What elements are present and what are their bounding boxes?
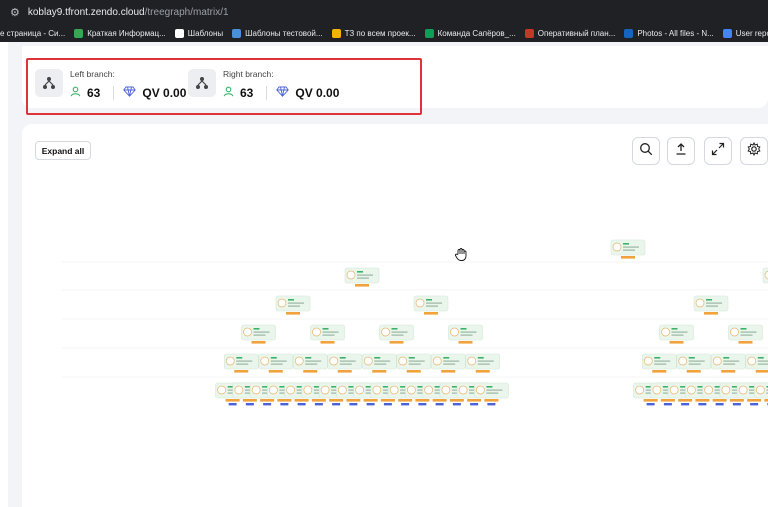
url-text[interactable]: koblay9.tfront.zendo.cloud/treegraph/mat… bbox=[28, 7, 229, 18]
bookmarks-bar: е страница - Си... Краткая Информац... Шаб… bbox=[0, 24, 768, 42]
tree-node[interactable] bbox=[361, 353, 397, 373]
bookmark-item[interactable]: Шаблоны тестовой... bbox=[232, 28, 323, 38]
bookmark-favicon-icon bbox=[174, 28, 184, 38]
users-icon bbox=[223, 84, 234, 102]
tree-node[interactable] bbox=[474, 382, 509, 406]
tree-node[interactable] bbox=[396, 353, 432, 373]
divider bbox=[113, 86, 115, 100]
search-icon bbox=[639, 142, 653, 161]
tree-node[interactable] bbox=[745, 353, 768, 373]
fullscreen-button[interactable] bbox=[704, 137, 732, 165]
diamond-icon bbox=[276, 84, 290, 102]
diamond-icon bbox=[123, 84, 137, 102]
tree-graph[interactable] bbox=[22, 180, 768, 420]
tree-node[interactable] bbox=[292, 353, 328, 373]
sidebar-edge bbox=[0, 42, 8, 507]
settings-button[interactable] bbox=[740, 137, 768, 165]
branch-icon bbox=[188, 69, 216, 97]
users-icon bbox=[70, 84, 81, 102]
left-branch-summary: Left branch: 63 QV 0.00 bbox=[35, 69, 187, 102]
tree-node[interactable] bbox=[258, 353, 294, 373]
tree-node[interactable] bbox=[223, 353, 259, 373]
right-branch-count: 63 bbox=[240, 86, 254, 100]
tree-node[interactable] bbox=[465, 353, 501, 373]
upload-icon bbox=[674, 142, 688, 161]
bookmark-favicon-icon bbox=[74, 28, 84, 38]
bookmark-favicon-icon bbox=[624, 28, 634, 38]
left-branch-qv: QV 0.00 bbox=[142, 86, 187, 100]
expand-all-button[interactable]: Expand all bbox=[35, 141, 91, 160]
tree-node[interactable] bbox=[344, 267, 380, 287]
bookmark-item[interactable]: ТЗ по всем проек... bbox=[331, 28, 416, 38]
bookmark-item[interactable]: е страница - Си... bbox=[0, 29, 65, 38]
tree-node[interactable] bbox=[641, 353, 677, 373]
tree-node[interactable] bbox=[610, 239, 646, 259]
tree-node[interactable] bbox=[379, 324, 414, 344]
tree-node[interactable] bbox=[676, 353, 712, 373]
tree-node[interactable] bbox=[275, 295, 311, 315]
tree-node[interactable] bbox=[728, 324, 763, 344]
site-settings-icon[interactable]: ⚙ bbox=[10, 6, 20, 19]
right-branch-qv: QV 0.00 bbox=[295, 86, 340, 100]
right-branch-label: Right branch: bbox=[223, 69, 274, 79]
tree-node[interactable] bbox=[327, 353, 363, 373]
left-branch-count: 63 bbox=[87, 86, 101, 100]
tree-node[interactable] bbox=[762, 267, 768, 287]
bookmark-favicon-icon bbox=[722, 28, 732, 38]
bookmark-item[interactable]: User reports_MVP -... bbox=[722, 28, 768, 38]
tree-node[interactable] bbox=[659, 324, 694, 344]
bookmark-item[interactable]: Оперативный план... bbox=[524, 28, 615, 38]
bookmark-item[interactable]: Краткая Информац... bbox=[74, 28, 166, 38]
left-branch-label: Left branch: bbox=[70, 69, 115, 79]
bookmark-favicon-icon bbox=[331, 28, 341, 38]
divider bbox=[266, 86, 268, 100]
bookmark-item[interactable]: Команда Сапёров_... bbox=[424, 28, 516, 38]
settings-icon bbox=[747, 141, 761, 161]
browser-address-bar[interactable]: ⚙ koblay9.tfront.zendo.cloud/treegraph/m… bbox=[0, 0, 768, 24]
tree-node[interactable] bbox=[754, 382, 768, 406]
branch-icon bbox=[35, 69, 63, 97]
tree-node[interactable] bbox=[448, 324, 483, 344]
tree-node[interactable] bbox=[241, 324, 276, 344]
right-branch-summary: Right branch: 63 QV 0.00 bbox=[188, 69, 340, 102]
bookmark-item[interactable]: Photos - All files - N... bbox=[624, 28, 714, 38]
search-button[interactable] bbox=[632, 137, 660, 165]
export-button[interactable] bbox=[667, 137, 695, 165]
tree-node[interactable] bbox=[413, 295, 449, 315]
tree-node[interactable] bbox=[693, 295, 729, 315]
bookmark-favicon-icon bbox=[232, 28, 242, 38]
bookmark-item[interactable]: Шаблоны bbox=[174, 28, 223, 38]
hand-cursor-icon bbox=[455, 248, 467, 266]
tree-node[interactable] bbox=[310, 324, 345, 344]
fullscreen-icon bbox=[711, 142, 725, 161]
page-gutter bbox=[8, 42, 22, 507]
bookmark-favicon-icon bbox=[424, 28, 434, 38]
tree-node[interactable] bbox=[430, 353, 466, 373]
tree-node[interactable] bbox=[710, 353, 746, 373]
bookmark-favicon-icon bbox=[524, 28, 534, 38]
